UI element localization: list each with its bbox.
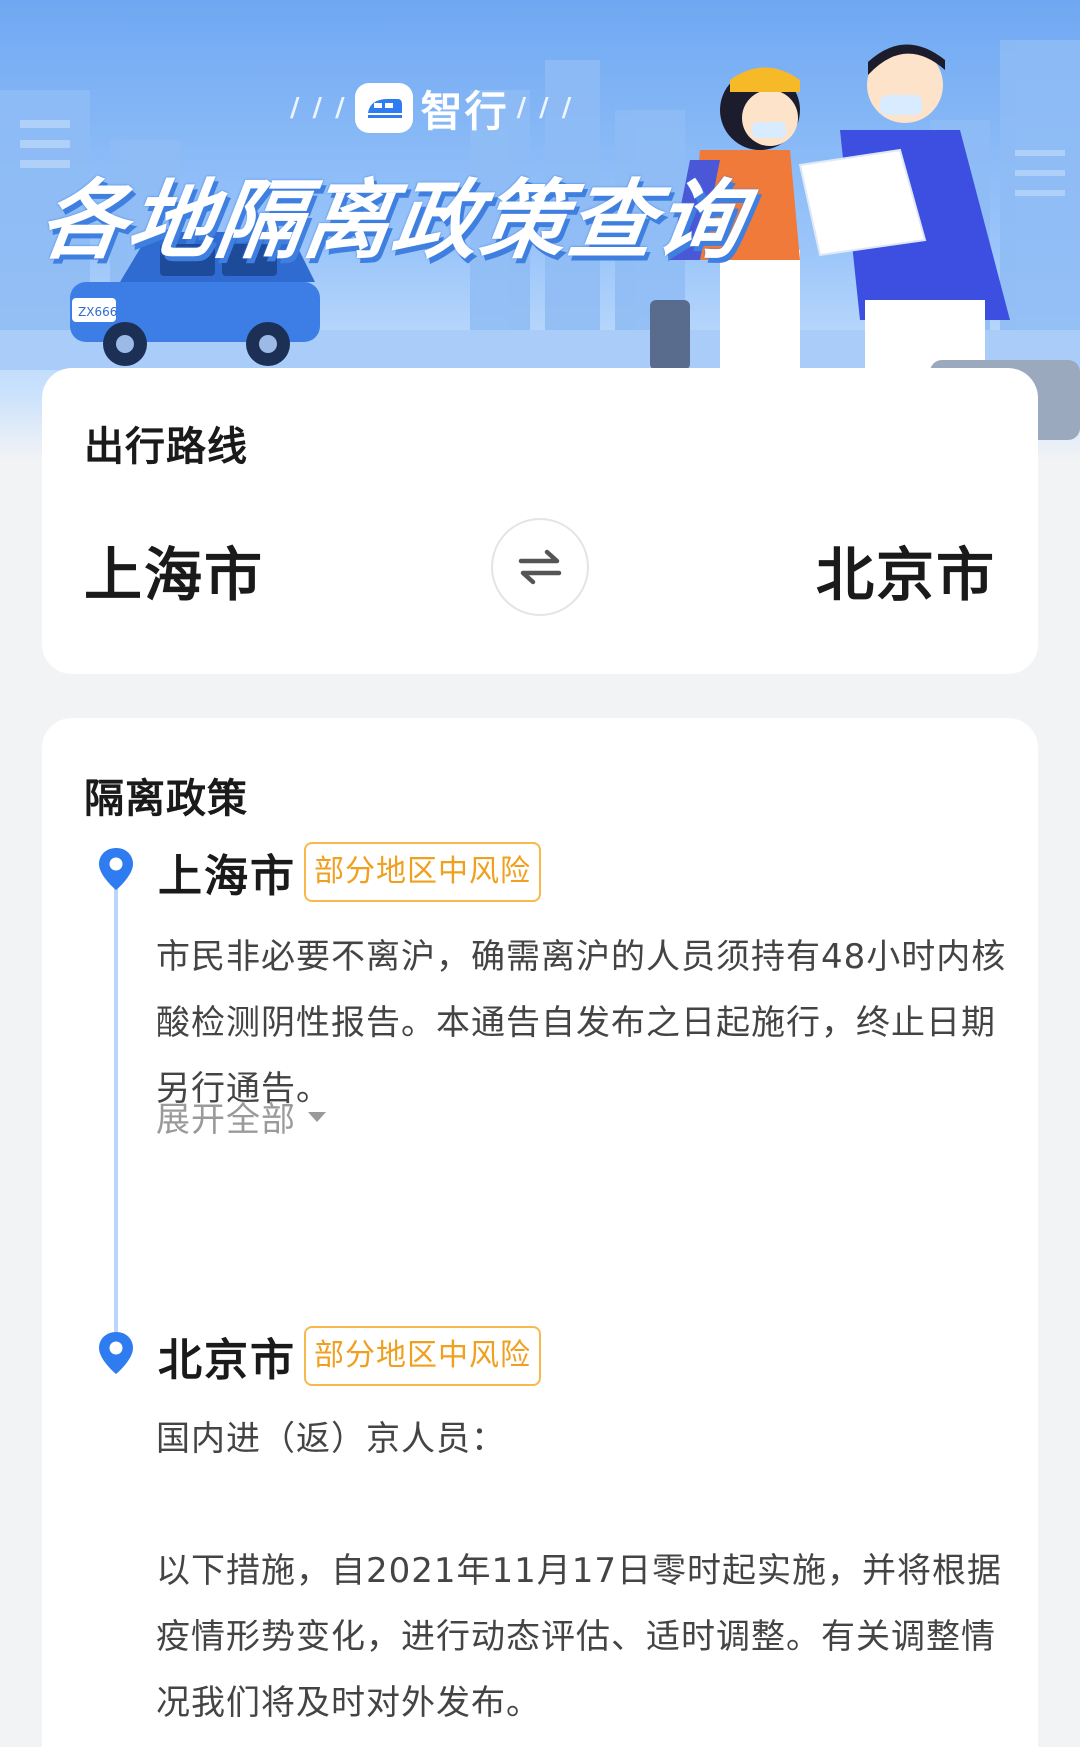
location-pin-icon bbox=[99, 848, 133, 890]
policy-city-name: 上海市 bbox=[158, 851, 296, 902]
policy-card: 隔离政策 上海市 部分地区中风险 市民非必要不离沪，确需离沪的人员须持有48小时… bbox=[42, 718, 1038, 1747]
departure-city[interactable]: 上海市 bbox=[84, 528, 264, 612]
policy-heading: 隔离政策 bbox=[84, 776, 248, 822]
policy-city-name: 北京市 bbox=[158, 1335, 296, 1386]
route-card: 出行路线 上海市 北京市 bbox=[42, 368, 1038, 674]
svg-text:ZX666: ZX666 bbox=[78, 305, 117, 319]
swap-arrows-icon bbox=[518, 549, 562, 585]
route-heading: 出行路线 bbox=[84, 424, 248, 470]
expand-all-link[interactable]: 展开全部 bbox=[156, 1092, 328, 1141]
risk-level-badge: 部分地区中风险 bbox=[304, 1326, 541, 1386]
location-pin-icon bbox=[99, 1332, 133, 1374]
swap-route-button[interactable] bbox=[491, 518, 589, 616]
timeline-line bbox=[114, 878, 118, 1348]
page-title: 各地隔离政策查询 bbox=[33, 171, 752, 271]
expand-all-label: 展开全部 bbox=[156, 1100, 296, 1140]
train-logo-icon bbox=[354, 83, 413, 133]
policy-text: 以下措施，自2021年11月17日零时起实施，并将根据疫情形势变化，进行动态评估… bbox=[156, 1551, 1003, 1723]
brand: / / / 智行 / / / bbox=[290, 80, 573, 136]
brand-decoration: / / / bbox=[290, 93, 347, 123]
brand-name: 智行 bbox=[420, 86, 509, 136]
page: ZX666 / / / 智行 / / / 各地隔离政策查询 出行路线 上海市 北… bbox=[0, 0, 1080, 1747]
risk-level-badge: 部分地区中风险 bbox=[304, 842, 541, 902]
brand-decoration: / / / bbox=[516, 93, 574, 123]
destination-city[interactable]: 北京市 bbox=[816, 528, 996, 612]
caret-down-icon bbox=[308, 1111, 326, 1122]
policy-text: 国内进（返）京人员： bbox=[156, 1419, 506, 1459]
